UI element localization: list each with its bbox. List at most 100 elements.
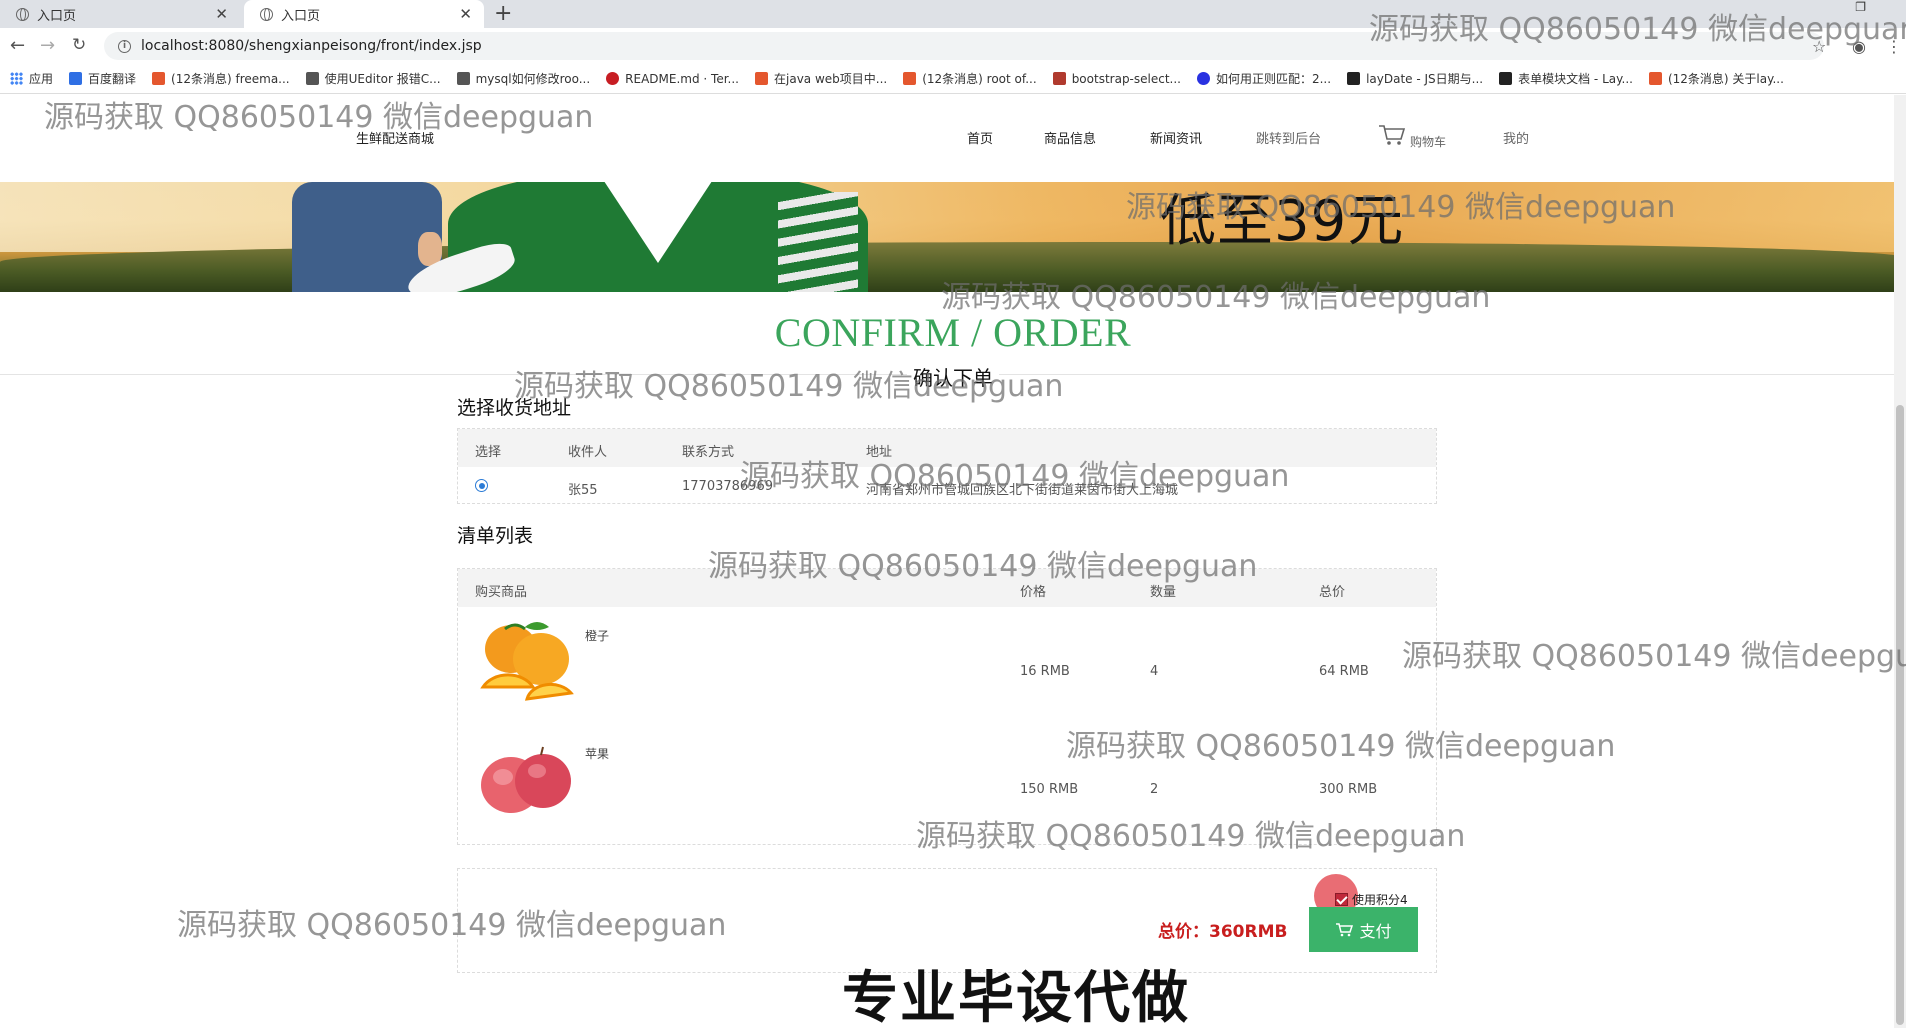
cart-icon[interactable]: [1378, 123, 1406, 147]
cart-icon: [1336, 922, 1354, 936]
bootstrap-icon: [1052, 72, 1066, 85]
pay-label: 支付: [1359, 923, 1392, 941]
banner-hills: [0, 242, 1900, 292]
profile-avatar-icon[interactable]: ◉: [1852, 37, 1866, 56]
address-radio[interactable]: [475, 479, 488, 492]
col-contact: 联系方式: [682, 445, 735, 460]
confirm-order-title: CONFIRM / ORDER: [774, 310, 1132, 355]
bookmark-label: (12条消息) root of...: [922, 72, 1037, 86]
bookmark-item[interactable]: (12条消息) root of...: [903, 70, 1037, 87]
nav-cart[interactable]: 购物车: [1410, 133, 1446, 150]
url-text: localhost:8080/shengxianpeisong/front/in…: [141, 38, 482, 54]
bookmark-item[interactable]: bootstrap-select...: [1052, 72, 1181, 86]
browser-window: 入口页 ✕ 入口页 ✕ + ❐ ← → ↻ i localhost:8080/s…: [0, 0, 1906, 1028]
col-qty: 数量: [1150, 585, 1177, 600]
address-table-header: 选择 收件人 联系方式 地址: [458, 429, 1436, 467]
orange-image[interactable]: [475, 619, 575, 709]
baidu-translate-icon: [69, 72, 83, 85]
back-icon[interactable]: ←: [10, 35, 25, 56]
banner-model-shirt: [598, 182, 718, 263]
apple-image[interactable]: [475, 737, 575, 827]
layui-icon: [1347, 72, 1361, 85]
items-table: 购买商品 价格 数量 总价 橙子 16 RMB 4 64 RMB 苹果 150 …: [457, 568, 1437, 845]
bookmark-label: layDate - JS日期与...: [1366, 72, 1484, 86]
bookmark-item[interactable]: README.md · Ter...: [606, 72, 739, 86]
bookmark-item[interactable]: 百度翻译: [69, 70, 136, 87]
bookmark-apps[interactable]: 应用: [10, 70, 53, 87]
col-recipient: 收件人: [568, 445, 608, 460]
bookmark-label: mysql如何修改roo...: [475, 72, 591, 86]
order-total: 总价：360RMB: [1158, 922, 1288, 942]
bookmark-label: 应用: [29, 72, 54, 86]
bookmark-label: (12条消息) freema...: [171, 72, 290, 86]
reload-icon[interactable]: ↻: [72, 35, 86, 55]
csdn-icon: [1648, 72, 1662, 85]
baidu-icon: [1196, 72, 1210, 85]
nav-admin[interactable]: 跳转到后台: [1256, 128, 1321, 147]
bookmark-label: 百度翻译: [88, 72, 137, 86]
close-tab-icon[interactable]: ✕: [459, 5, 472, 23]
bookmark-item[interactable]: (12条消息) 关于lay...: [1648, 70, 1784, 87]
csdn-icon: [755, 72, 768, 85]
tab-strip: 入口页 ✕ 入口页 ✕ + ❐: [0, 0, 1906, 28]
ueditor-icon: [305, 72, 319, 85]
item-price: 150 RMB: [1020, 782, 1079, 797]
new-tab-button[interactable]: +: [494, 1, 512, 26]
use-points-checkbox[interactable]: [1335, 893, 1348, 906]
globe-icon: [16, 7, 29, 21]
nav-news[interactable]: 新闻资讯: [1150, 128, 1202, 147]
item-name[interactable]: 苹果: [585, 745, 609, 762]
address-heading: 选择收货地址: [457, 397, 572, 419]
bookmark-label: 如何用正则匹配：2...: [1215, 72, 1332, 86]
globe-icon: [260, 7, 273, 21]
tab-0[interactable]: 入口页 ✕: [0, 0, 240, 28]
bookmark-label: 表单模块文档 - Lay...: [1518, 72, 1633, 86]
confirm-order-subtitle-text: 确认下单: [907, 366, 999, 390]
tab-title: 入口页: [37, 8, 77, 24]
use-points-toggle[interactable]: 使用积分4: [1335, 891, 1408, 908]
bookmark-item[interactable]: 使用UEditor 报错C...: [305, 70, 441, 87]
address-bar[interactable]: i localhost:8080/shengxianpeisong/front/…: [104, 32, 1824, 60]
item-total: 64 RMB: [1319, 664, 1369, 679]
bookmark-item[interactable]: 在java web项目中...: [755, 70, 887, 87]
tab-title: 入口页: [281, 8, 321, 24]
bookmark-item[interactable]: layDate - JS日期与...: [1347, 70, 1483, 87]
site-brand[interactable]: 生鲜配送商城: [356, 128, 434, 147]
bookmark-star-icon[interactable]: ☆: [1812, 37, 1826, 56]
bookmark-item[interactable]: 表单模块文档 - Lay...: [1499, 70, 1633, 87]
page-viewport: 生鲜配送商城 首页 商品信息 新闻资讯 跳转到后台 购物车 我的 低至39元 C…: [0, 95, 1906, 1028]
bookmark-item[interactable]: mysql如何修改roo...: [456, 70, 591, 87]
address-row[interactable]: 张55 17703786969 河南省郑州市管城回族区北下街街道莱茵市街大上海城: [458, 467, 1436, 503]
col-price: 价格: [1020, 585, 1047, 600]
close-tab-icon[interactable]: ✕: [215, 5, 228, 23]
site-info-icon[interactable]: i: [118, 39, 131, 53]
nav-mine[interactable]: 我的: [1503, 128, 1529, 147]
ueditor-icon: [456, 72, 470, 85]
address-table: 选择 收件人 联系方式 地址 张55 17703786969 河南省郑州市管城回…: [457, 428, 1437, 504]
apps-grid-icon: [10, 72, 23, 85]
nav-products[interactable]: 商品信息: [1044, 128, 1096, 147]
promo-banner[interactable]: 低至39元: [0, 182, 1900, 292]
tab-1[interactable]: 入口页 ✕: [244, 0, 484, 28]
menu-kebab-icon[interactable]: ⋮: [1886, 37, 1902, 56]
banner-promo-text: 低至39元: [1160, 189, 1405, 254]
page-scrollbar[interactable]: [1894, 95, 1906, 1028]
nav-home[interactable]: 首页: [967, 128, 993, 147]
watermark-large: 专业毕设代做: [842, 966, 1190, 1028]
bookmarks-bar: 应用 百度翻译 (12条消息) freema... 使用UEditor 报错C.…: [0, 64, 1906, 94]
use-points-label: 使用积分4: [1352, 893, 1408, 907]
bookmark-label: 在java web项目中...: [774, 72, 888, 86]
bookmark-item[interactable]: 如何用正则匹配：2...: [1196, 70, 1332, 87]
bookmark-item[interactable]: (12条消息) freema...: [152, 70, 290, 87]
window-restore-icon[interactable]: ❐: [1855, 0, 1866, 14]
pay-button[interactable]: 支付: [1309, 907, 1418, 952]
bookmark-label: (12条消息) 关于lay...: [1667, 72, 1784, 86]
bookmark-label: README.md · Ter...: [625, 71, 739, 86]
banner-model-cardigan: [448, 182, 868, 292]
scrollbar-thumb[interactable]: [1896, 405, 1904, 1025]
item-name[interactable]: 橙子: [585, 627, 609, 644]
list-item: 橙子 16 RMB 4 64 RMB: [458, 607, 1436, 725]
col-product: 购买商品: [475, 585, 528, 600]
forward-icon[interactable]: →: [40, 35, 55, 56]
col-address: 地址: [866, 445, 893, 460]
